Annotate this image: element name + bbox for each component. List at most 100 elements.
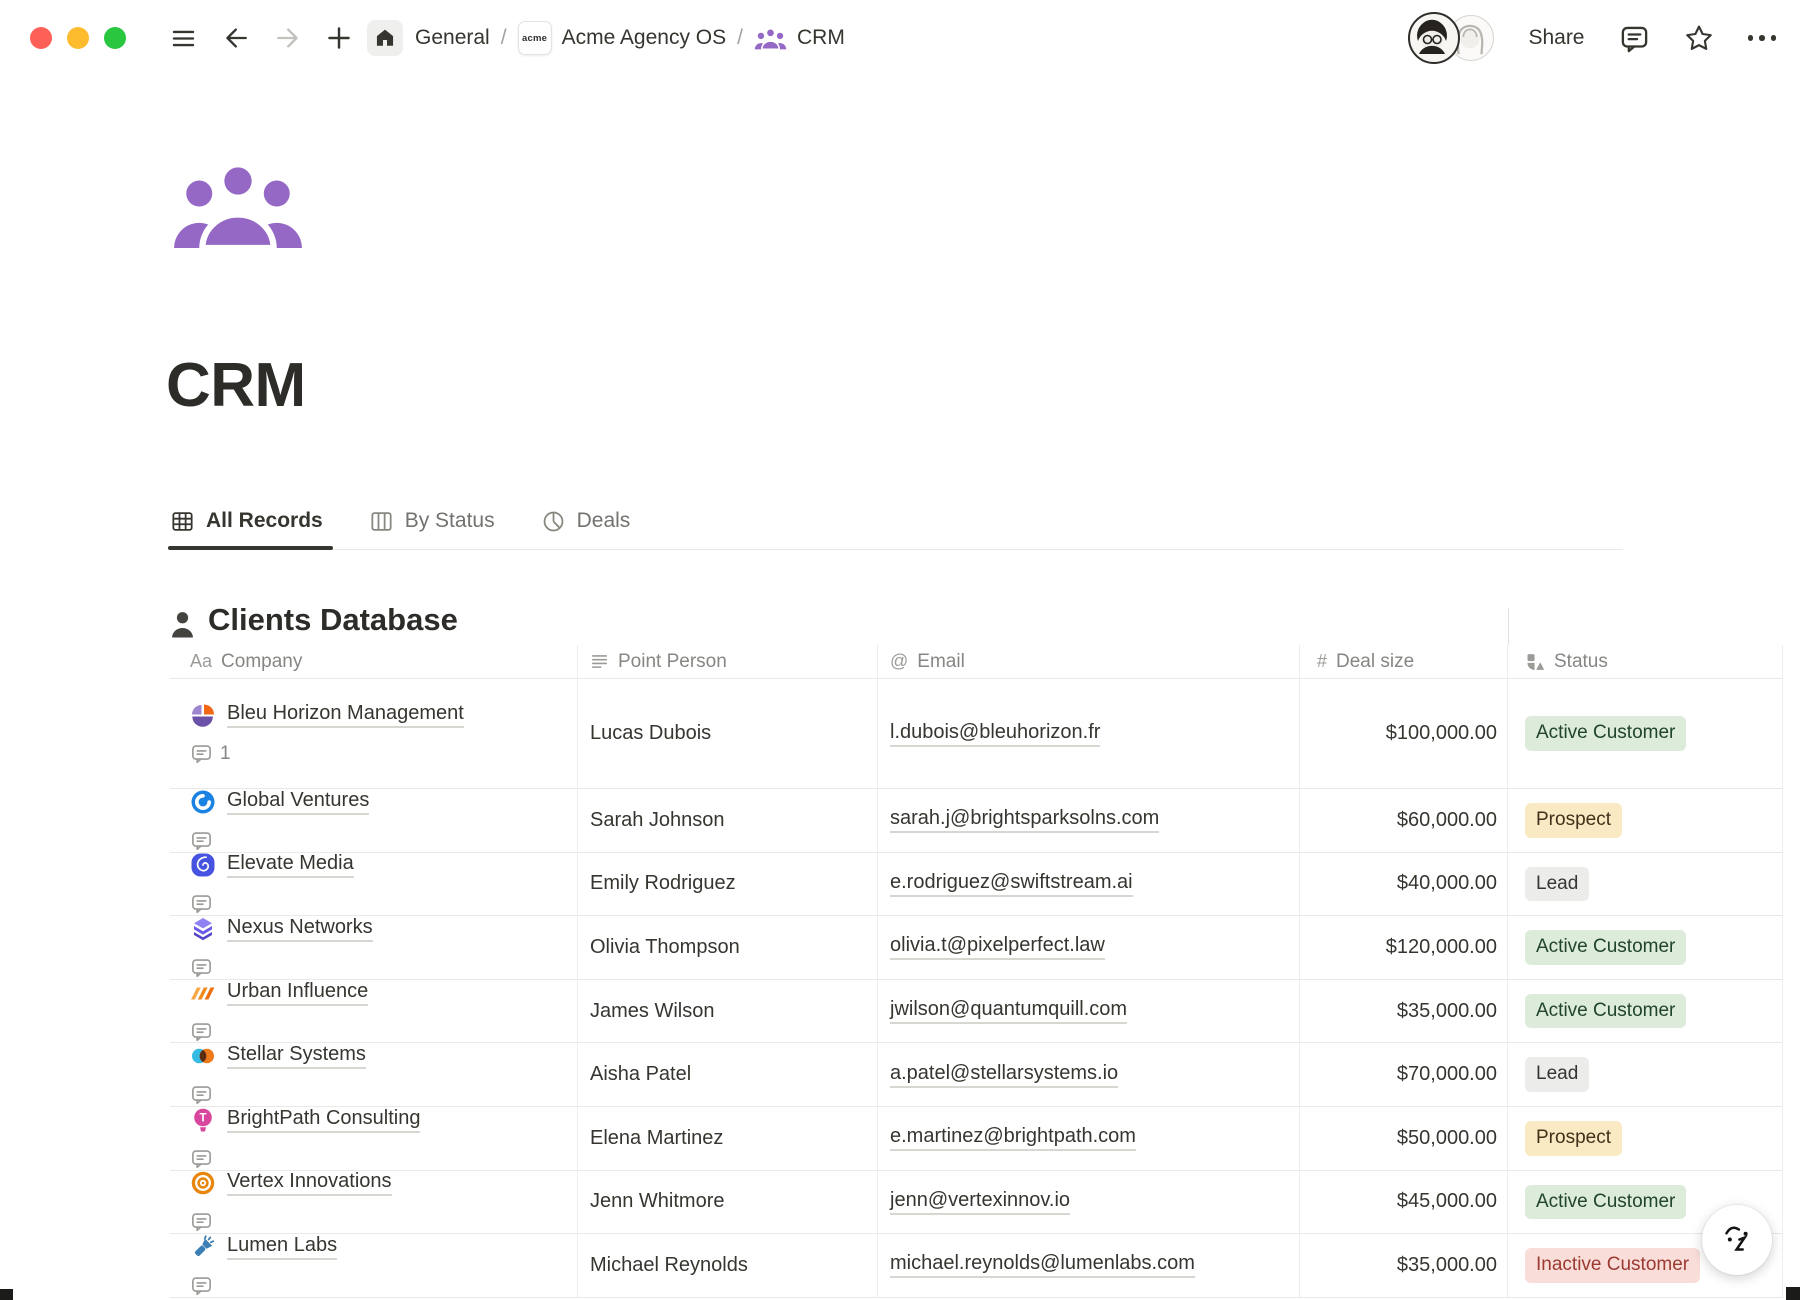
email-link[interactable]: e.rodriguez@swiftstream.ai [890,871,1133,897]
comment-count[interactable] [190,1147,220,1170]
company-cell[interactable]: Urban Influence [170,980,578,1043]
breadcrumb-acme-agency-os[interactable]: acme Acme Agency OS [518,21,727,55]
email-link[interactable]: sarah.j@brightsparksolns.com [890,807,1159,833]
deal-size-cell[interactable]: $100,000.00 [1300,679,1508,788]
company-cell[interactable]: T BrightPath Consulting [170,1107,578,1170]
comment-count[interactable] [190,892,220,915]
point-person-cell[interactable]: James Wilson [578,980,878,1043]
email-cell[interactable]: jenn@vertexinnov.io [878,1171,1300,1234]
email-link[interactable]: a.patel@stellarsystems.io [890,1062,1118,1088]
email-cell[interactable]: e.rodriguez@swiftstream.ai [878,853,1300,916]
status-badge[interactable]: Active Customer [1525,930,1686,965]
collaborator-avatars[interactable] [1408,12,1494,64]
breadcrumb-general[interactable]: General [415,26,490,50]
company-link[interactable]: Stellar Systems [227,1043,366,1069]
breadcrumb-crm[interactable]: CRM [754,26,845,50]
point-person-cell[interactable]: Lucas Dubois [578,679,878,788]
comment-count[interactable] [190,1020,220,1043]
deal-size-cell[interactable]: $40,000.00 [1300,853,1508,916]
deal-size-cell[interactable]: $120,000.00 [1300,916,1508,979]
company-cell[interactable]: Lumen Labs [170,1234,578,1297]
status-badge[interactable]: Active Customer [1525,716,1686,751]
column-header-company[interactable]: Aa Company [170,645,578,678]
table-row[interactable]: Stellar Systems Aisha Patel a.patel@stel… [170,1043,1783,1107]
deal-size-cell[interactable]: $60,000.00 [1300,789,1508,852]
zoom-window-button[interactable] [104,27,126,49]
email-cell[interactable]: jwilson@quantumquill.com [878,980,1300,1043]
tab-all-records[interactable]: All Records [170,492,323,550]
minimize-window-button[interactable] [67,27,89,49]
email-link[interactable]: jwilson@quantumquill.com [890,998,1127,1024]
column-header-email[interactable]: @ Email [878,645,1300,678]
company-cell[interactable]: Stellar Systems [170,1043,578,1106]
company-link[interactable]: Nexus Networks [227,916,373,942]
page-icon-people[interactable] [168,160,308,248]
status-cell[interactable]: Lead [1508,853,1783,916]
point-person-cell[interactable]: Emily Rodriguez [578,853,878,916]
status-badge[interactable]: Active Customer [1525,1185,1686,1220]
point-person-cell[interactable]: Michael Reynolds [578,1234,878,1297]
point-person-cell[interactable]: Sarah Johnson [578,789,878,852]
email-link[interactable]: olivia.t@pixelperfect.law [890,934,1105,960]
close-window-button[interactable] [30,27,52,49]
tab-deals[interactable]: Deals [541,492,631,550]
company-link[interactable]: Urban Influence [227,980,368,1006]
company-cell[interactable]: Global Ventures [170,789,578,852]
company-cell[interactable]: Elevate Media [170,853,578,916]
email-cell[interactable]: michael.reynolds@lumenlabs.com [878,1234,1300,1297]
deal-size-cell[interactable]: $50,000.00 [1300,1107,1508,1170]
comment-count[interactable] [190,1083,220,1106]
more-options-icon[interactable] [1748,35,1777,41]
email-link[interactable]: l.dubois@bleuhorizon.fr [890,721,1100,747]
company-link[interactable]: Global Ventures [227,789,369,815]
status-badge[interactable]: Lead [1525,867,1589,902]
point-person-cell[interactable]: Aisha Patel [578,1043,878,1106]
comment-count[interactable] [190,956,220,979]
comment-count[interactable]: 1 [190,742,231,765]
status-cell[interactable]: Active Customer [1508,916,1783,979]
status-badge[interactable]: Prospect [1525,803,1622,838]
forward-arrow-icon[interactable] [273,24,301,52]
table-row[interactable]: T BrightPath Consulting Elena Martinez e… [170,1107,1783,1171]
sidebar-menu-icon[interactable] [170,25,197,52]
deal-size-cell[interactable]: $35,000.00 [1300,980,1508,1043]
point-person-cell[interactable]: Elena Martinez [578,1107,878,1170]
home-breadcrumb-chip[interactable] [367,20,403,56]
email-link[interactable]: jenn@vertexinnov.io [890,1189,1070,1215]
table-row[interactable]: Elevate Media Emily Rodriguez e.rodrigue… [170,853,1783,917]
status-cell[interactable]: Active Customer [1508,980,1783,1043]
email-cell[interactable]: sarah.j@brightsparksolns.com [878,789,1300,852]
deal-size-cell[interactable]: $45,000.00 [1300,1171,1508,1234]
new-tab-plus-icon[interactable] [325,24,353,52]
status-cell[interactable]: Prospect [1508,1107,1783,1170]
deal-size-cell[interactable]: $35,000.00 [1300,1234,1508,1297]
status-cell[interactable]: Active Customer [1508,679,1783,788]
company-link[interactable]: Bleu Horizon Management [227,702,464,728]
notion-ai-button[interactable] [1702,1205,1772,1275]
share-button[interactable]: Share [1528,26,1584,50]
tab-by-status[interactable]: By Status [369,492,495,550]
comments-icon[interactable] [1619,23,1650,54]
table-row[interactable]: Lumen Labs Michael Reynolds michael.reyn… [170,1234,1783,1298]
email-link[interactable]: e.martinez@brightpath.com [890,1125,1136,1151]
company-link[interactable]: Elevate Media [227,853,354,879]
company-cell[interactable]: Bleu Horizon Management 1 [170,679,578,788]
comment-count[interactable] [190,829,220,852]
point-person-cell[interactable]: Jenn Whitmore [578,1171,878,1234]
favorite-star-icon[interactable] [1684,23,1714,53]
table-row[interactable]: Vertex Innovations Jenn Whitmore jenn@ve… [170,1171,1783,1235]
comment-count[interactable] [190,1274,220,1297]
back-arrow-icon[interactable] [223,24,251,52]
table-row[interactable]: Nexus Networks Olivia Thompson olivia.t@… [170,916,1783,980]
email-cell[interactable]: a.patel@stellarsystems.io [878,1043,1300,1106]
email-cell[interactable]: l.dubois@bleuhorizon.fr [878,679,1300,788]
status-badge[interactable]: Inactive Customer [1525,1248,1700,1283]
status-cell[interactable]: Prospect [1508,789,1783,852]
table-row[interactable]: Bleu Horizon Management 1 Lucas Dubois l… [170,679,1783,789]
table-row[interactable]: Global Ventures Sarah Johnson sarah.j@br… [170,789,1783,853]
status-badge[interactable]: Prospect [1525,1121,1622,1156]
status-cell[interactable]: Lead [1508,1043,1783,1106]
email-cell[interactable]: e.martinez@brightpath.com [878,1107,1300,1170]
company-link[interactable]: Vertex Innovations [227,1171,392,1197]
point-person-cell[interactable]: Olivia Thompson [578,916,878,979]
